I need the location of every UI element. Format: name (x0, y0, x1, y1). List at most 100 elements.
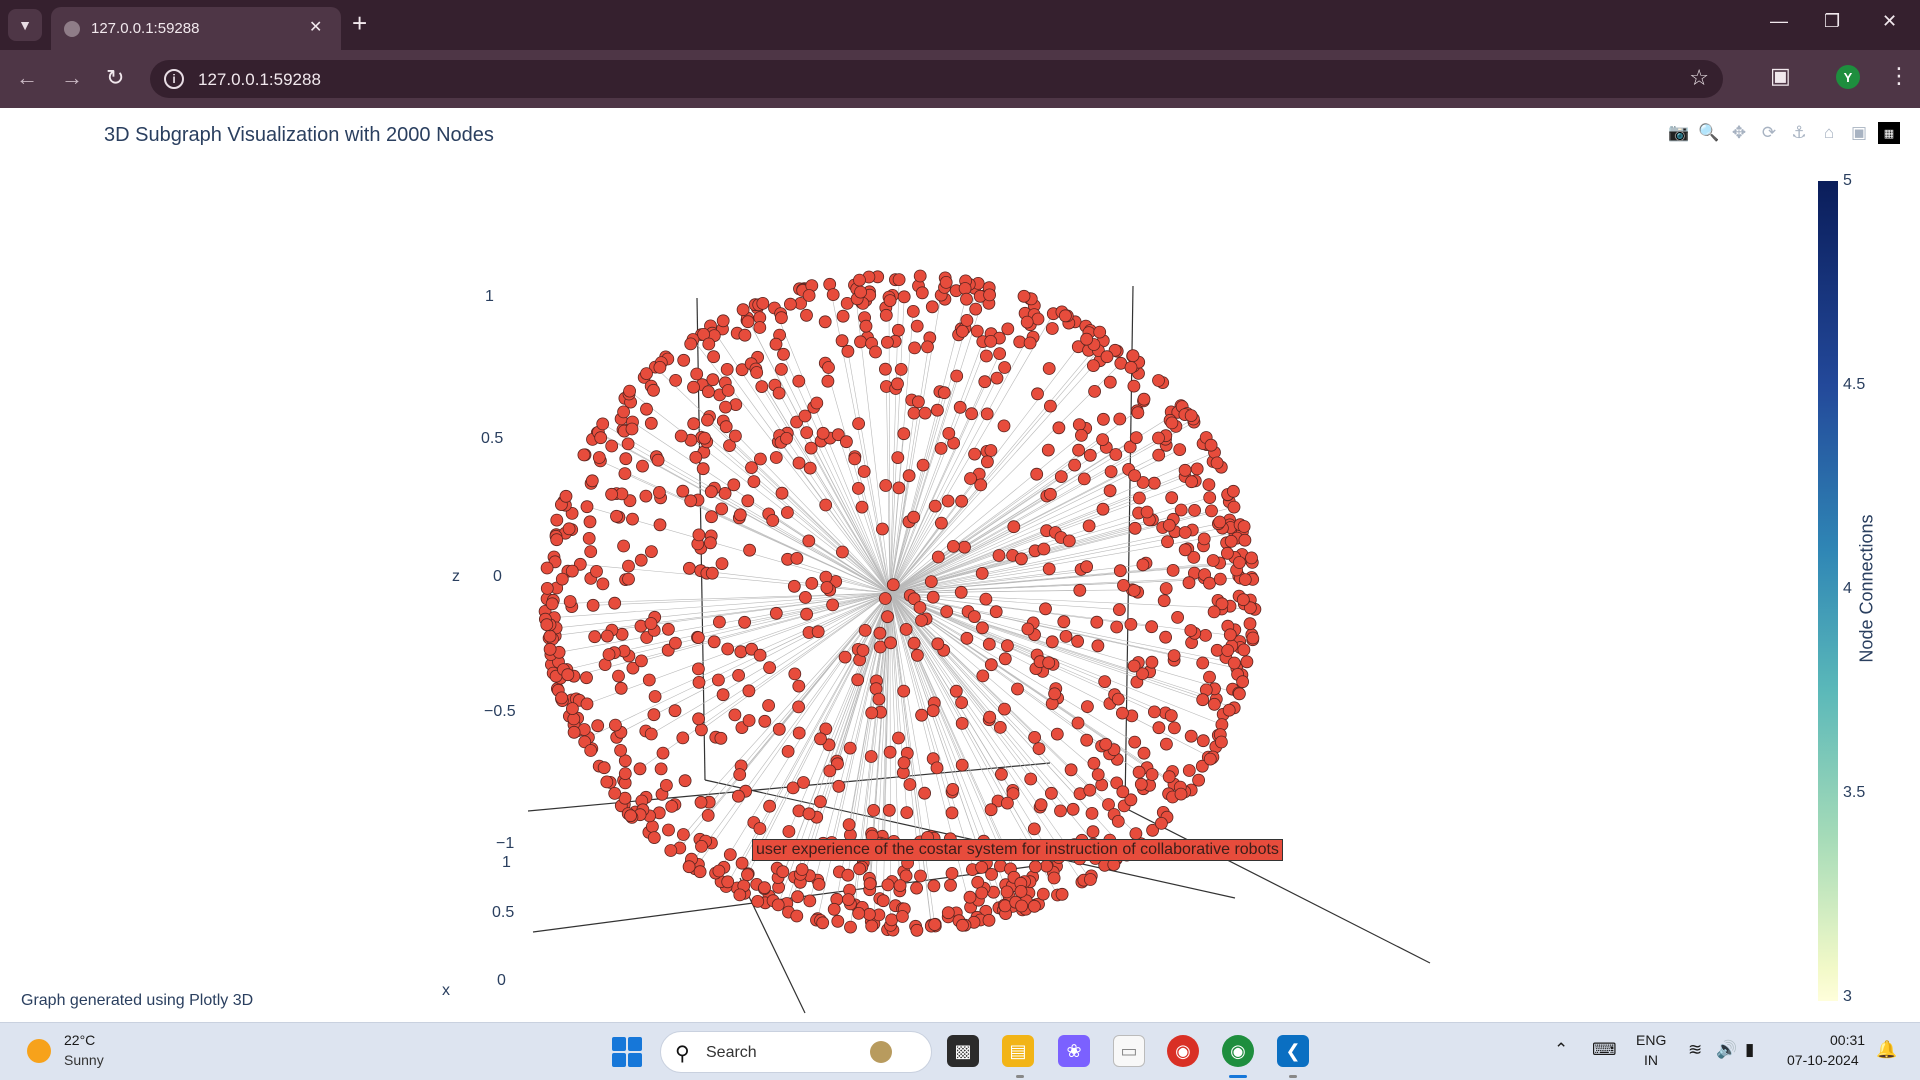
graph-node[interactable] (701, 413, 714, 427)
graph-node[interactable] (1085, 807, 1099, 820)
graph-node[interactable] (562, 522, 576, 536)
graph-node[interactable] (1086, 825, 1100, 839)
graph-node[interactable] (1099, 737, 1113, 751)
graph-node[interactable] (1171, 610, 1184, 624)
graph-node[interactable] (1030, 467, 1044, 481)
graph-node[interactable] (1082, 519, 1096, 533)
tray-chevron-icon[interactable]: ⌃ (1554, 1040, 1568, 1060)
graph-node[interactable] (1129, 431, 1143, 445)
graph-node[interactable] (1233, 556, 1246, 569)
graph-node[interactable] (754, 452, 767, 466)
graph-node[interactable] (623, 384, 636, 398)
language-code[interactable]: ENG (1636, 1032, 1666, 1048)
graph-node[interactable] (1031, 312, 1045, 326)
graph-node[interactable] (971, 875, 985, 889)
graph-node[interactable] (976, 621, 989, 635)
graph-node[interactable] (907, 636, 921, 650)
graph-node[interactable] (931, 637, 945, 651)
graph-node[interactable] (543, 642, 557, 656)
graph-node[interactable] (965, 407, 978, 421)
graph-node[interactable] (872, 692, 886, 706)
graph-node[interactable] (1185, 475, 1198, 489)
graph-node[interactable] (911, 648, 924, 662)
graph-node[interactable] (984, 803, 998, 817)
graph-node[interactable] (802, 289, 816, 302)
graph-node[interactable] (1028, 731, 1041, 744)
graph-node[interactable] (625, 422, 639, 436)
graph-node[interactable] (715, 557, 729, 571)
graph-node[interactable] (732, 789, 745, 803)
graph-node[interactable] (1134, 777, 1148, 791)
bookmark-star-icon[interactable]: ☆ (1689, 65, 1709, 91)
graph-node[interactable] (1213, 572, 1227, 586)
tab-search-button[interactable]: ▼ (8, 9, 42, 41)
graph-node[interactable] (944, 878, 957, 892)
graph-node[interactable] (926, 590, 940, 604)
graph-node[interactable] (998, 652, 1012, 666)
graph-node[interactable] (891, 377, 904, 391)
graph-node[interactable] (910, 923, 924, 937)
graph-node[interactable] (915, 708, 928, 722)
graph-node[interactable] (960, 631, 974, 645)
graph-node[interactable] (955, 717, 969, 730)
graph-node[interactable] (781, 506, 794, 519)
graph-node[interactable] (1072, 443, 1085, 457)
graph-node[interactable] (664, 844, 678, 857)
graph-node[interactable] (1036, 887, 1050, 901)
graph-node[interactable] (1116, 706, 1129, 720)
graph-node[interactable] (745, 461, 758, 475)
graph-node[interactable] (714, 731, 728, 745)
graph-node[interactable] (645, 545, 658, 559)
graph-node[interactable] (1184, 729, 1198, 743)
graph-node[interactable] (782, 825, 796, 838)
graph-node[interactable] (1032, 742, 1046, 755)
graph-node[interactable] (931, 403, 944, 417)
graph-node[interactable] (644, 727, 658, 741)
graph-node[interactable] (821, 374, 835, 388)
graph-node[interactable] (1001, 322, 1015, 336)
3d-scene[interactable] (0, 108, 1920, 1022)
graph-node[interactable] (924, 575, 938, 589)
graph-node[interactable] (1165, 491, 1179, 505)
graph-node[interactable] (1145, 620, 1158, 634)
graph-node[interactable] (635, 654, 648, 668)
graph-node[interactable] (704, 536, 717, 550)
graph-node[interactable] (852, 907, 866, 920)
graph-node[interactable] (1087, 359, 1100, 373)
graph-node[interactable] (897, 290, 911, 304)
graph-node[interactable] (931, 550, 945, 564)
graph-node[interactable] (540, 581, 554, 595)
graph-node[interactable] (1215, 735, 1228, 749)
graph-node[interactable] (930, 761, 944, 775)
notification-bell-icon[interactable]: 🔔 (1876, 1040, 1897, 1060)
graph-node[interactable] (856, 644, 870, 657)
graph-node[interactable] (960, 292, 973, 306)
graph-node[interactable] (805, 576, 819, 590)
graph-node[interactable] (892, 731, 905, 745)
graph-node[interactable] (1196, 656, 1210, 670)
graph-node[interactable] (1132, 765, 1146, 779)
graph-node[interactable] (927, 879, 941, 893)
graph-node[interactable] (1126, 349, 1140, 363)
graph-node[interactable] (592, 451, 606, 464)
graph-node[interactable] (705, 510, 718, 524)
graph-node[interactable] (1064, 763, 1078, 777)
graph-node[interactable] (596, 417, 610, 431)
graph-node[interactable] (867, 804, 880, 817)
graph-node[interactable] (854, 335, 867, 349)
graph-node[interactable] (580, 500, 594, 514)
graph-node[interactable] (950, 369, 964, 383)
graph-node[interactable] (1162, 770, 1176, 784)
graph-node[interactable] (1174, 503, 1188, 517)
graph-node[interactable] (918, 786, 931, 800)
graph-node[interactable] (1184, 409, 1198, 423)
graph-node[interactable] (942, 426, 956, 440)
graph-node[interactable] (954, 585, 968, 599)
graph-node[interactable] (1103, 484, 1117, 498)
graph-node[interactable] (955, 696, 968, 709)
graph-node[interactable] (644, 617, 658, 630)
graph-node[interactable] (854, 285, 867, 299)
graph-node[interactable] (1197, 532, 1211, 546)
graph-node[interactable] (1223, 628, 1237, 642)
graph-node[interactable] (644, 416, 658, 430)
